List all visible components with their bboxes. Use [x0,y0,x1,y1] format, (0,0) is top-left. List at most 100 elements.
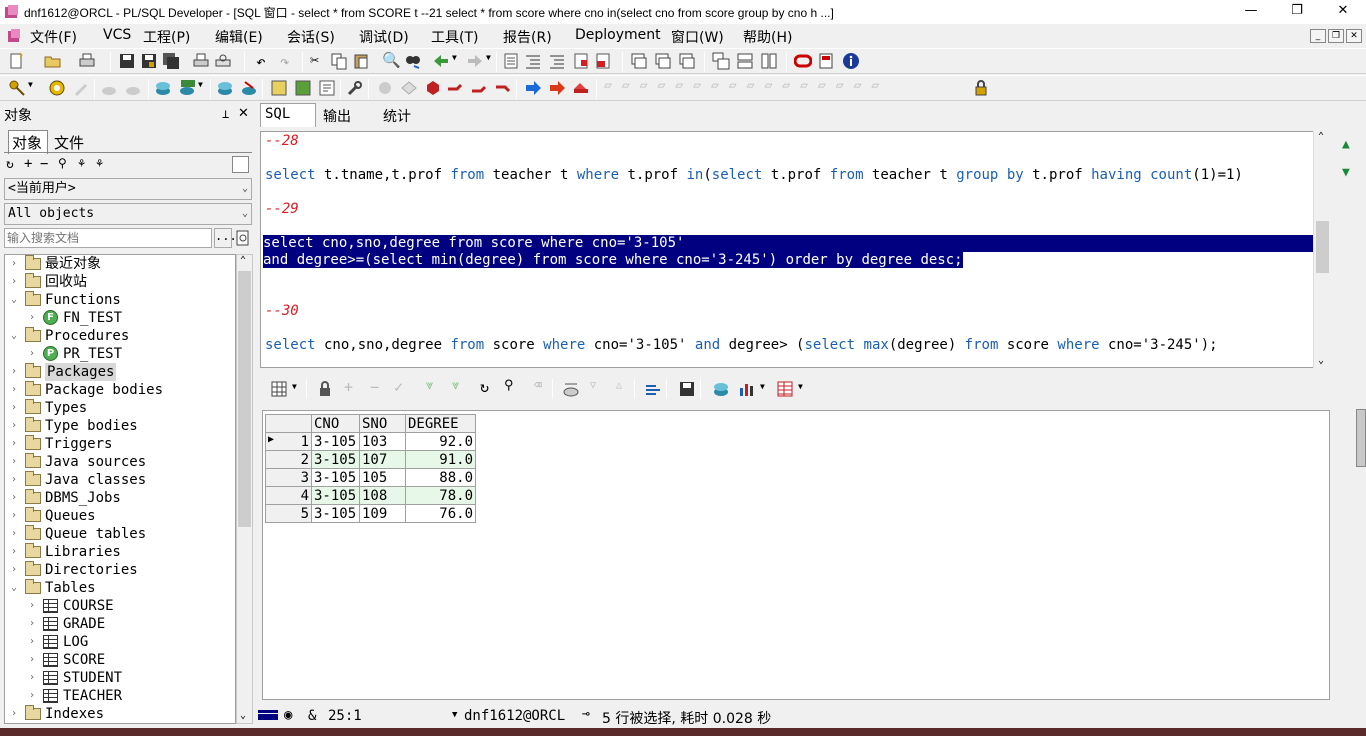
comment-icon[interactable] [548,52,566,70]
tab-objects[interactable]: 对象 [12,132,42,153]
tab-files[interactable]: 文件 [54,132,84,153]
splitter-handle[interactable] [1356,409,1366,467]
query-by-example-icon[interactable] [562,380,580,398]
redo-icon[interactable]: ↷ [280,52,290,71]
fetch-all-icon[interactable]: ⩔ [452,378,459,393]
table-cell[interactable]: 76.0 [405,504,476,523]
tree-item[interactable]: › Java sources [5,453,235,471]
chevron-right-icon[interactable]: › [9,255,19,273]
chevron-right-icon[interactable]: › [9,417,19,435]
tree-item[interactable]: › 回收站 [5,273,235,291]
export-icon[interactable] [712,380,730,398]
table-cell[interactable]: 3-105 [311,432,360,451]
chevron-down-icon[interactable]: ⌄ [9,291,19,309]
tree-item[interactable]: ⌄ Tables [5,579,235,597]
chevron-right-icon[interactable]: › [9,705,19,723]
chart-icon[interactable] [738,380,756,398]
undo-icon[interactable]: ↶ [256,52,266,71]
block-icon[interactable] [594,52,612,70]
wrench-icon[interactable] [346,79,364,97]
filter-edit-icon[interactable]: ⚘ [96,156,103,170]
chevron-right-icon[interactable]: › [9,543,19,561]
grid-table-dropdown-icon[interactable]: ▼ [798,382,803,391]
arrow-right-blue-icon[interactable] [524,79,542,97]
back-icon[interactable] [432,52,450,70]
new-sql-icon[interactable] [178,79,196,97]
connection-name[interactable]: dnf1612@ORCL [464,708,565,724]
sql-comment-line[interactable]: --28 [265,133,299,150]
row-number[interactable]: 3 [265,468,312,487]
new-icon[interactable] [8,52,26,70]
forward-dropdown-icon[interactable]: ▼ [486,53,491,62]
refresh-icon[interactable]: ↻ [6,157,14,172]
maximize-button[interactable]: ❐ [1274,0,1320,24]
tree-item[interactable]: › Types [5,399,235,417]
table-row[interactable]: 2 3-105 107 91.0 [265,450,476,469]
tree-item[interactable]: ⌄ Procedures [5,327,235,345]
binoculars-icon[interactable]: ⚲ [58,156,67,170]
log-on-dropdown-icon[interactable]: ▼ [28,80,33,89]
pin-icon[interactable]: ⊥ [222,107,229,121]
chevron-right-icon[interactable]: › [27,669,37,687]
single-record-icon[interactable] [644,380,662,398]
post-icon[interactable]: ✓ [394,378,403,396]
chevron-right-icon[interactable]: › [27,309,37,327]
save-as-icon[interactable] [140,52,158,70]
tab-output[interactable]: 输出 [323,106,351,130]
menu-session[interactable]: 会话(S) [287,27,335,47]
menu-deployment[interactable]: Deployment [575,27,661,43]
menu-vcs[interactable]: VCS [103,27,131,43]
chevron-right-icon[interactable]: › [9,453,19,471]
save-all-icon[interactable] [162,52,180,70]
tree-item[interactable]: › Directories [5,561,235,579]
save-icon[interactable] [118,52,136,70]
menu-project[interactable]: 工程(P) [143,27,190,47]
unindent-icon[interactable] [524,52,542,70]
editor-scrollbar[interactable]: ⌃ ⌄ [1313,131,1330,368]
search-input[interactable] [4,228,212,248]
chevron-right-icon[interactable]: › [27,615,37,633]
tree-item[interactable]: › Packages [5,363,235,381]
sql-selected-line[interactable]: select cno,sno,degree from score where c… [263,235,1313,252]
sql-code-line[interactable]: select t.tname,t.prof from teacher t whe… [265,167,1243,184]
table-cell[interactable]: 3-105 [311,468,360,487]
tree-item[interactable]: › COURSE [5,597,235,615]
table-cell[interactable]: 109 [359,504,406,523]
rollback-icon[interactable] [240,79,258,97]
tree-item[interactable]: › Queues [5,507,235,525]
save-results-icon[interactable] [678,380,696,398]
tree-item[interactable]: › P PR_TEST [5,345,235,363]
column-header-sno[interactable]: SNO [359,414,406,433]
tab-statistics[interactable]: 统计 [383,106,411,130]
sql-selected-line[interactable]: and degree>=(select min(degree) from sco… [263,252,1313,269]
mdi-close-button[interactable]: ✕ [1346,29,1362,43]
compile-icon[interactable] [48,79,66,97]
table-cell[interactable]: 3-105 [311,486,360,505]
tab-sql[interactable]: SQL [265,106,290,130]
cut-icon[interactable]: ✂ [310,51,319,69]
tree-item[interactable]: › Type bodies [5,417,235,435]
debug-start-icon[interactable] [376,79,394,97]
menu-help[interactable]: 帮助(H) [743,27,792,47]
sql-editor[interactable]: --28 select t.tname,t.prof from teacher t… [260,131,1330,368]
forward-icon[interactable] [466,52,484,70]
table-cell[interactable]: 103 [359,432,406,451]
grid-view-dropdown-icon[interactable]: ▼ [292,382,297,391]
menu-debug[interactable]: 调试(D) [359,27,409,47]
sql-comment-line[interactable]: --30 [265,303,299,320]
execute-disabled-icon[interactable] [100,79,118,97]
uncomment-icon[interactable] [572,52,590,70]
table-cell[interactable]: 3-105 [311,504,360,523]
print-setup-icon[interactable] [78,52,96,70]
add-icon[interactable]: + [24,156,32,172]
column-header-degree[interactable]: DEGREE [405,414,476,433]
mdi-restore-button[interactable]: ❐ [1328,29,1344,43]
lock-icon[interactable] [316,380,334,398]
row-number[interactable]: ▶ 1 [265,432,312,451]
grid-table-icon[interactable] [776,380,794,398]
chevron-right-icon[interactable]: › [9,399,19,417]
lock-icon[interactable] [972,79,990,97]
find-icon[interactable]: 🔍 [382,51,401,69]
filter-icon[interactable]: ⚘ [78,156,85,170]
scroll-down-icon[interactable]: ▼ [1342,165,1350,180]
